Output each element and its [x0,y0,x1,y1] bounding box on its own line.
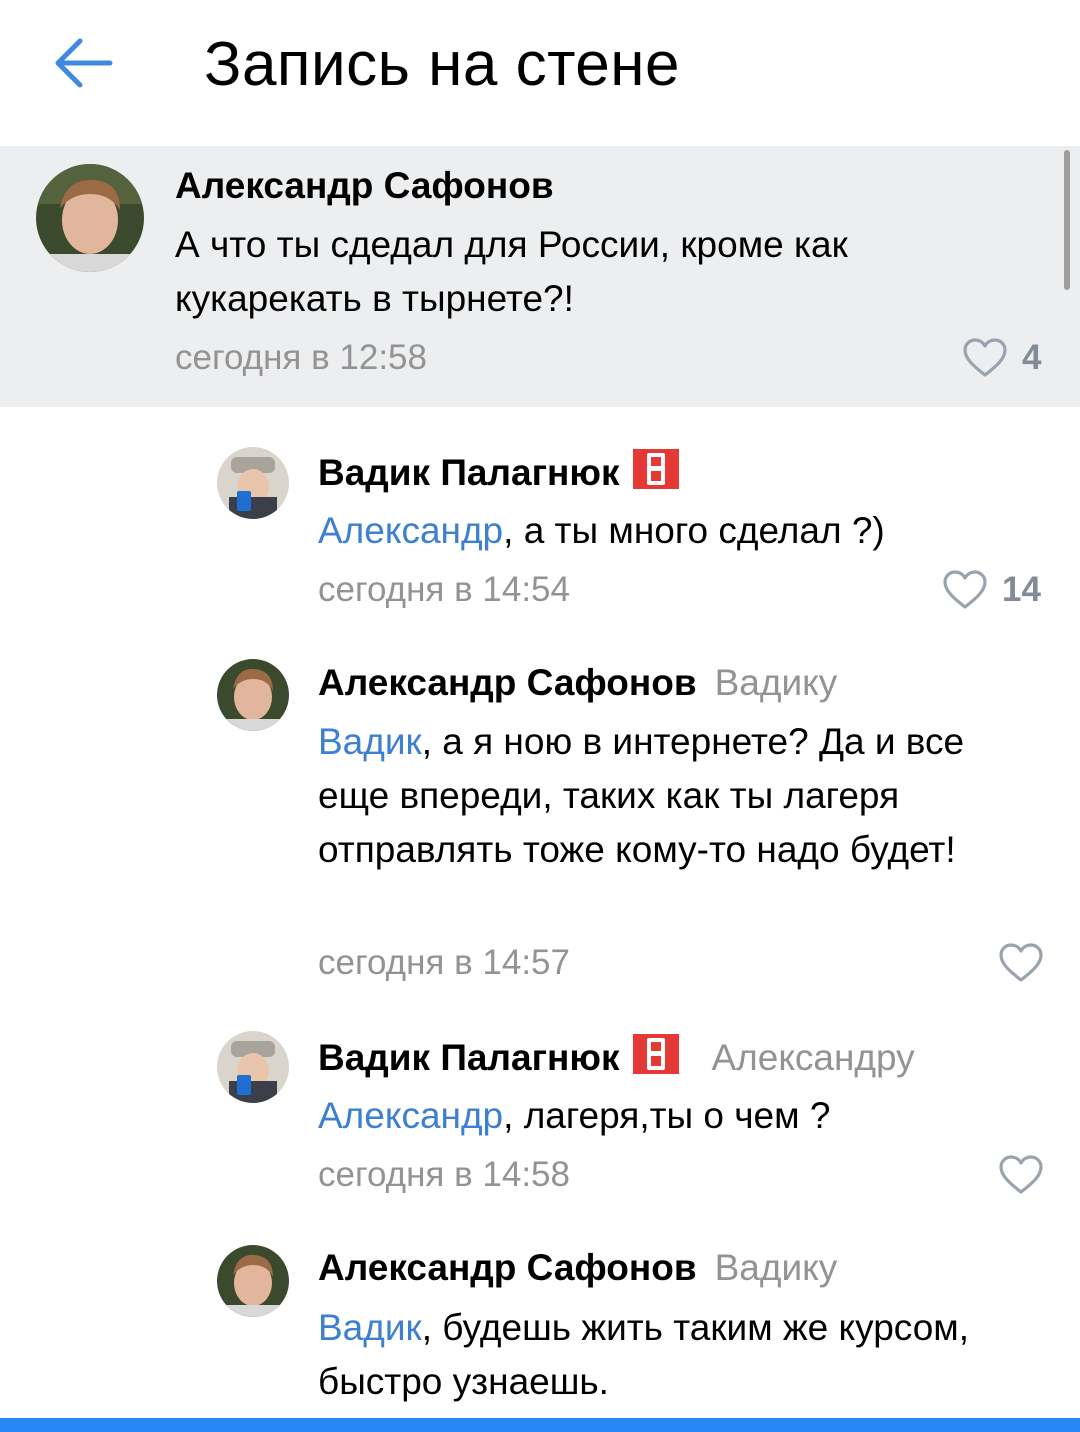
reply-comment: Александр Сафонов Вадику Вадик, а я ною в… [0,627,1080,1017]
like-button[interactable] [998,941,1044,985]
reply-comment: Вадик Палагнюк Александру Александр, лаге… [0,1017,1080,1229]
comment-text: Александр, лагеря,ты о чем ? [318,1095,831,1136]
avatar[interactable] [217,1245,289,1317]
like-button[interactable]: 14 [942,568,1041,612]
comment-text: А что ты сдедал для России, кроме как ку… [175,224,848,319]
top-app-bar: Запись на стене [0,0,1080,146]
comment-time[interactable]: сегодня в 12:58 [175,336,427,380]
reply-comment: Александр Сафонов Вадику Вадик, будешь жи… [0,1229,1080,1418]
badge-eight-icon [633,449,680,489]
comment-author[interactable]: Александр Сафонов Вадику [318,1246,837,1290]
avatar[interactable] [36,164,144,272]
heart-icon [963,338,1007,377]
mention-link[interactable]: Александр [318,510,503,551]
back-button[interactable] [48,30,120,96]
comment-author[interactable]: Александр Сафонов Вадику [318,661,837,705]
comment-text: Вадик, будешь жить таким же курсом, быст… [318,1307,970,1402]
comment-author[interactable]: Вадик Палагнюк [318,449,680,495]
mention-link[interactable]: Александр [318,1095,503,1136]
comment-time[interactable]: сегодня в 14:54 [318,568,570,612]
bottom-accent-bar [0,1418,1080,1432]
comment-time[interactable]: сегодня в 14:57 [318,941,570,985]
comment-author[interactable]: Александр Сафонов [175,164,554,208]
reply-comment: Вадик Палагнюк Александр, а ты много сде… [0,407,1080,627]
comment-time[interactable]: сегодня в 14:58 [318,1153,570,1197]
badge-eight-icon [633,1034,680,1074]
heart-icon [999,1155,1043,1194]
comment-text: Вадик, а я ною в интернете? Да и все еще… [318,721,965,870]
heart-icon [999,943,1043,982]
reply-to-label[interactable]: Александру [711,1037,914,1078]
mention-link[interactable]: Вадик [318,721,422,762]
comment-text: Александр, а ты много сделал ?) [318,510,885,551]
comment-author[interactable]: Вадик Палагнюк Александру [318,1034,915,1080]
heart-icon [943,570,987,609]
avatar[interactable] [217,659,289,731]
reply-to-label[interactable]: Вадику [715,1247,838,1288]
avatar[interactable] [217,447,289,519]
scrollbar[interactable] [1064,150,1070,290]
reply-to-label[interactable]: Вадику [715,662,838,703]
like-count: 14 [1002,570,1041,609]
like-count: 4 [1022,338,1042,377]
comment-highlighted: Александр Сафонов А что ты сдедал для Ро… [0,146,1080,407]
mention-link[interactable]: Вадик [318,1307,422,1348]
arrow-left-icon [55,38,113,88]
like-button[interactable]: 4 [962,336,1041,380]
like-button[interactable] [998,1153,1044,1197]
page-title: Запись на стене [204,30,681,99]
avatar[interactable] [217,1031,289,1103]
